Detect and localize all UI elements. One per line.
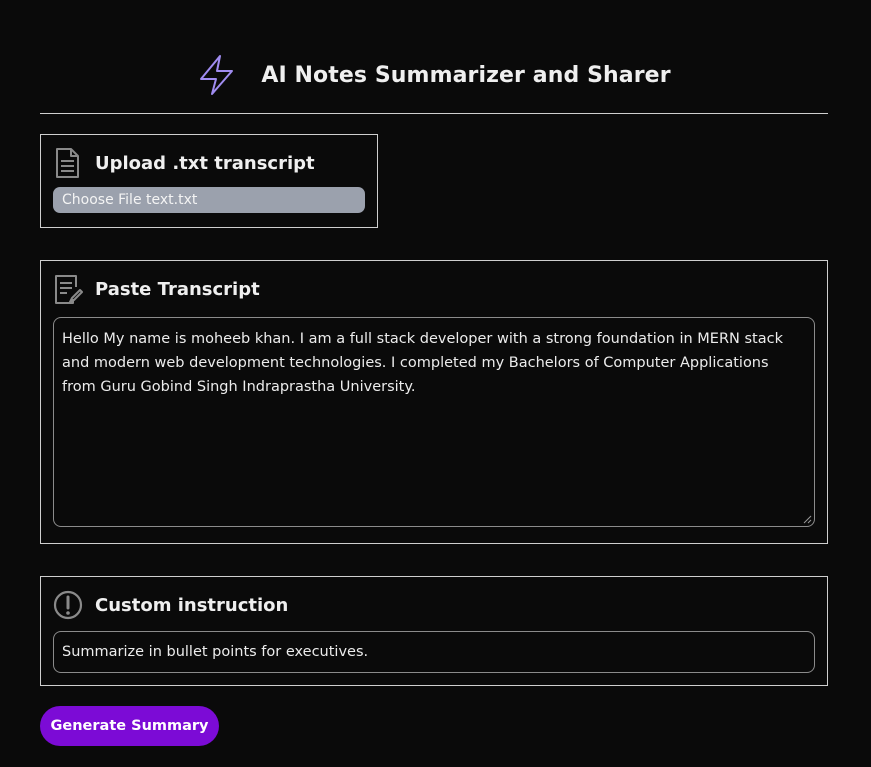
custom-title: Custom instruction: [95, 594, 289, 616]
custom-instruction-panel: Custom instruction Summarize in bullet p…: [40, 576, 828, 686]
custom-instruction-input[interactable]: Summarize in bullet points for executive…: [53, 631, 815, 673]
document-edit-icon: [55, 275, 83, 304]
file-upload-input[interactable]: Choose File text.txt: [53, 187, 365, 213]
app-header: AI Notes Summarizer and Sharer: [40, 40, 828, 114]
page-title: AI Notes Summarizer and Sharer: [261, 63, 671, 88]
paste-panel: Paste Transcript Hello My name is moheeb…: [40, 260, 828, 544]
lightning-bolt-icon: [200, 54, 234, 95]
generate-summary-button[interactable]: Generate Summary: [40, 706, 219, 746]
upload-header: Upload .txt transcript: [53, 147, 365, 179]
paste-header: Paste Transcript: [53, 273, 815, 305]
transcript-text: Hello My name is moheeb khan. I am a ful…: [62, 331, 783, 395]
document-icon: [56, 148, 79, 178]
transcript-textarea[interactable]: Hello My name is moheeb khan. I am a ful…: [53, 317, 815, 527]
alert-circle-icon: [53, 590, 83, 620]
custom-header: Custom instruction: [53, 589, 815, 621]
upload-panel: Upload .txt transcript Choose File text.…: [40, 134, 378, 228]
resize-handle-icon[interactable]: [802, 514, 812, 524]
paste-title: Paste Transcript: [95, 278, 260, 300]
upload-title: Upload .txt transcript: [95, 152, 315, 174]
